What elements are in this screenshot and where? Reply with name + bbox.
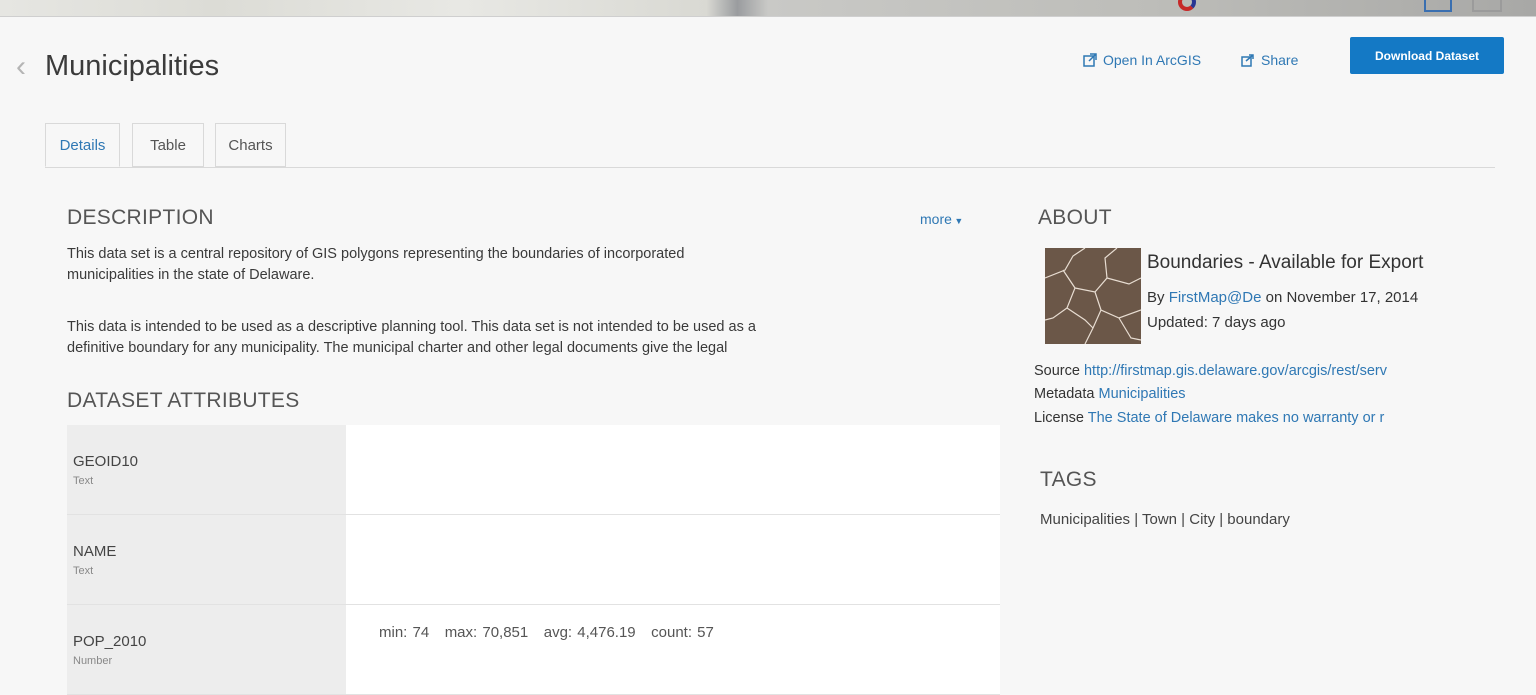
attribute-name-cell: GEOID10 Text	[67, 425, 346, 514]
app-logo-icon	[1178, 0, 1196, 11]
attribute-name: NAME	[73, 543, 117, 560]
share-label: Share	[1261, 52, 1299, 68]
attribute-type: Text	[73, 475, 94, 487]
page-title: Municipalities	[45, 50, 220, 82]
map-control-icon[interactable]	[1472, 0, 1502, 12]
more-label: more	[920, 211, 952, 227]
share-link[interactable]: Share	[1241, 52, 1298, 68]
tags-heading: TAGS	[1040, 468, 1097, 491]
back-chevron-icon[interactable]: ‹	[16, 52, 26, 82]
description-paragraph-1: This data set is a central repository of…	[67, 244, 987, 286]
license-link[interactable]: The State of Delaware makes no warranty …	[1088, 410, 1385, 426]
caret-down-icon: ▼	[951, 216, 964, 226]
attribute-row[interactable]: POP_2010 Number min: 74 max: 70,851 avg:…	[67, 605, 1000, 695]
description-line: This data set is a central repository of…	[67, 246, 685, 262]
about-heading: ABOUT	[1038, 206, 1112, 229]
tab-charts[interactable]: Charts	[215, 123, 286, 167]
author-link[interactable]: FirstMap@De	[1169, 289, 1262, 306]
description-line: municipalities in the state of Delaware.	[67, 267, 315, 283]
description-line: definitive boundary for any municipality…	[67, 340, 728, 356]
metadata-link[interactable]: Municipalities	[1099, 386, 1186, 402]
boundary-map-thumbnail-icon	[1044, 247, 1142, 345]
attribute-stats: min: 74 max: 70,851 avg: 4,476.19 count:…	[379, 624, 714, 641]
description-paragraph-2: This data is intended to be used as a de…	[67, 317, 987, 359]
tags-list: Municipalities | Town | City | boundary	[1040, 511, 1290, 528]
attribute-name-cell: NAME Text	[67, 515, 346, 604]
attribute-value-cell	[346, 425, 1000, 514]
attribute-value-cell	[346, 515, 1000, 604]
map-control-icon[interactable]	[1424, 0, 1452, 12]
license-line: License The State of Delaware makes no w…	[1034, 410, 1484, 426]
top-map-strip	[0, 0, 1536, 17]
by-prefix: By	[1147, 289, 1165, 306]
metadata-label: Metadata	[1034, 386, 1095, 402]
description-line: This data is intended to be used as a de…	[67, 319, 756, 335]
open-in-arcgis-link[interactable]: Open In ArcGIS	[1083, 52, 1201, 68]
tab-table[interactable]: Table	[132, 123, 204, 167]
dataset-attributes-heading: DATASET ATTRIBUTES	[67, 389, 300, 412]
attribute-name-cell: POP_2010 Number	[67, 605, 346, 694]
publish-date: on November 17, 2014	[1265, 289, 1419, 306]
source-label: Source	[1034, 363, 1080, 379]
description-heading: DESCRIPTION	[67, 206, 214, 229]
external-link-icon	[1083, 53, 1097, 67]
attribute-value-cell: min: 74 max: 70,851 avg: 4,476.19 count:…	[346, 605, 1000, 694]
source-line: Source http://firstmap.gis.delaware.gov/…	[1034, 363, 1484, 379]
attributes-table: GEOID10 Text NAME Text POP_2010 Number m…	[67, 425, 1000, 695]
dataset-thumbnail[interactable]	[1044, 247, 1142, 345]
attribute-row[interactable]: GEOID10 Text	[67, 425, 1000, 515]
download-dataset-button[interactable]: Download Dataset	[1350, 37, 1504, 74]
tabs-divider	[45, 167, 1495, 168]
attribute-name: POP_2010	[73, 633, 147, 650]
tab-details[interactable]: Details	[45, 123, 120, 167]
metadata-line: Metadata Municipalities	[1034, 386, 1484, 402]
more-link[interactable]: more ▼	[920, 211, 963, 227]
attribute-name: GEOID10	[73, 453, 139, 470]
open-in-arcgis-label: Open In ArcGIS	[1103, 52, 1202, 68]
license-label: License	[1034, 410, 1084, 426]
source-link[interactable]: http://firstmap.gis.delaware.gov/arcgis/…	[1084, 363, 1387, 379]
attribute-type: Number	[73, 655, 113, 667]
attribute-row[interactable]: NAME Text	[67, 515, 1000, 605]
about-author-line: By FirstMap@De on November 17, 2014	[1147, 289, 1418, 306]
about-item-title: Boundaries - Available for Export	[1147, 252, 1424, 273]
updated-text: Updated: 7 days ago	[1147, 314, 1286, 331]
attribute-type: Text	[73, 565, 94, 577]
share-icon	[1241, 54, 1254, 67]
